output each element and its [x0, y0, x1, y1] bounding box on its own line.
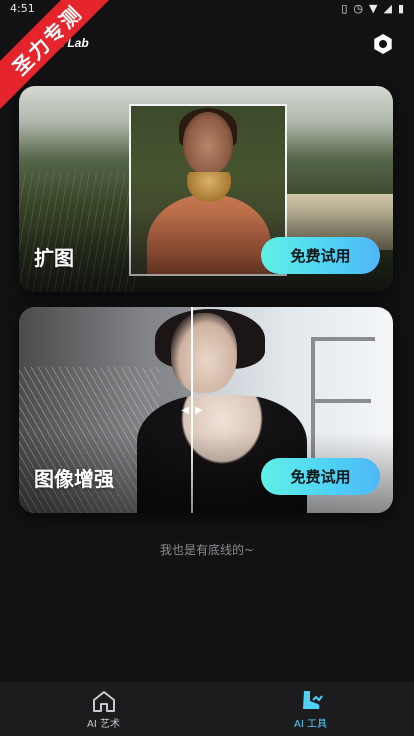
outpaint-title: 扩图 — [34, 246, 74, 270]
tab-ai-tools-label: AI 工具 — [294, 718, 327, 730]
signal-icon: ◢ — [383, 2, 392, 15]
enhance-title: 图像增强 — [34, 467, 114, 491]
compare-handle[interactable]: ◀ ▶ — [179, 403, 205, 417]
woman-face — [171, 313, 237, 393]
battery-icon: ▮ — [397, 2, 404, 15]
outpaint-card[interactable]: 扩图 免费试用 — [19, 86, 393, 292]
vibrate-icon: ▯ — [341, 2, 348, 15]
end-of-list-note: 我也是有底线的~ — [159, 543, 255, 557]
home-icon — [92, 690, 115, 712]
settings-icon — [374, 34, 392, 54]
arrow-left-icon: ◀ — [181, 404, 189, 416]
bottom-tab-bar: AI 艺术 AI 工具 — [0, 682, 414, 736]
wifi-icon: ▼ — [369, 2, 378, 15]
arrow-right-icon: ▶ — [195, 404, 203, 416]
tab-ai-art-label: AI 艺术 — [87, 718, 120, 730]
person-necklace — [187, 172, 231, 202]
enhance-free-trial-button[interactable]: 免费试用 — [261, 458, 380, 495]
status-time: 4:51 — [10, 2, 35, 15]
tab-ai-tools[interactable]: AI 工具 — [207, 682, 414, 736]
person-face — [183, 112, 233, 174]
enhance-card[interactable]: ◀ ▶ 图像增强 免费试用 — [19, 307, 393, 513]
tools-icon — [302, 690, 323, 709]
settings-button[interactable] — [372, 33, 394, 55]
tab-ai-art[interactable]: AI 艺术 — [0, 682, 207, 736]
status-icons: ▯ ◷ ▼ ◢ ▮ — [341, 2, 404, 16]
outpaint-free-trial-button[interactable]: 免费试用 — [261, 237, 380, 274]
alarm-icon: ◷ — [353, 2, 363, 15]
